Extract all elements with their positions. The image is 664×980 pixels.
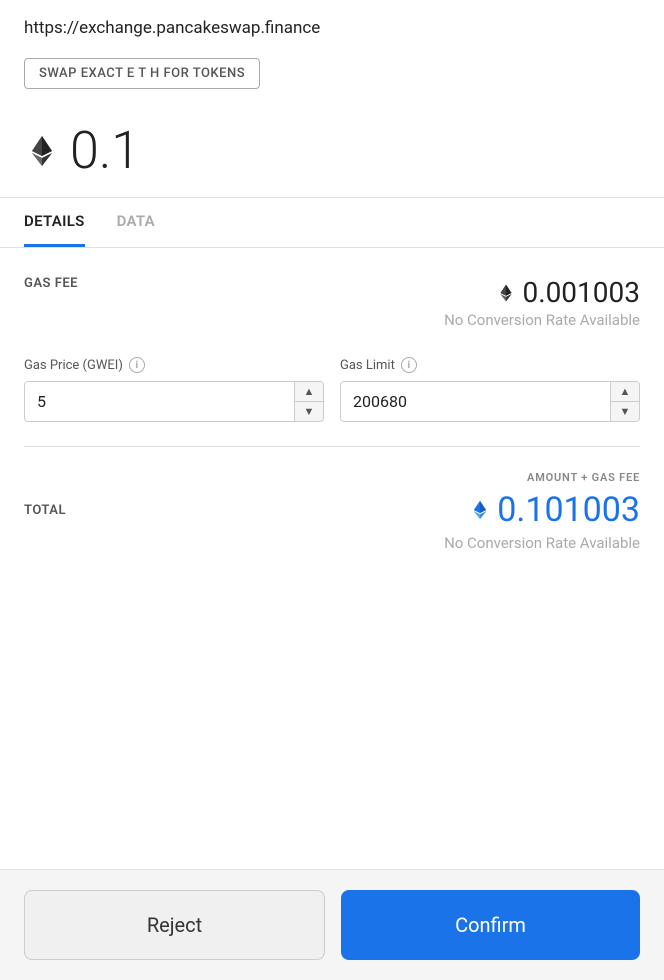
total-amount: 0.101003 — [469, 490, 640, 530]
tab-data[interactable]: DATA — [117, 198, 155, 247]
gas-limit-input[interactable] — [341, 382, 610, 421]
method-badge: SWAP EXACT E T H FOR TOKENS — [24, 58, 260, 89]
gas-fee-amount: 0.001003 — [496, 276, 640, 309]
inputs-row: Gas Price (GWEI) i ▲ ▼ Gas Limit i ▲ — [24, 357, 640, 422]
eth-diamond-total-icon — [469, 499, 491, 521]
gas-price-up-button[interactable]: ▲ — [295, 382, 323, 402]
gas-limit-up-button[interactable]: ▲ — [611, 382, 639, 402]
gas-fee-label: GAS FEE — [24, 276, 78, 291]
total-amount-value: 0.101003 — [497, 490, 640, 530]
total-label: TOTAL — [24, 503, 66, 518]
amount-value: 0.1 — [70, 125, 140, 177]
total-section: AMOUNT + GAS FEE TOTAL 0.101003 No Conve — [24, 471, 640, 576]
gas-price-label: Gas Price (GWEI) i — [24, 357, 324, 373]
reject-button[interactable]: Reject — [24, 890, 325, 960]
eth-diamond-large-icon — [24, 133, 60, 169]
gas-price-input[interactable] — [25, 382, 294, 421]
gas-limit-label: Gas Limit i — [340, 357, 640, 373]
gas-price-spinner: ▲ ▼ — [294, 382, 323, 421]
gas-price-input-wrapper: ▲ ▼ — [24, 381, 324, 422]
url-text: https://exchange.pancakeswap.finance — [24, 18, 320, 38]
total-row: TOTAL 0.101003 — [24, 490, 640, 530]
url-bar: https://exchange.pancakeswap.finance — [0, 0, 664, 48]
confirm-button[interactable]: Confirm — [341, 890, 640, 960]
gas-fee-amount-value: 0.001003 — [522, 276, 640, 309]
eth-diamond-gas-icon — [496, 283, 516, 303]
gas-price-info-icon[interactable]: i — [129, 357, 145, 373]
tabs-section: DETAILS DATA — [0, 198, 664, 248]
divider — [24, 446, 640, 447]
gas-limit-input-wrapper: ▲ ▼ — [340, 381, 640, 422]
gas-limit-spinner: ▲ ▼ — [610, 382, 639, 421]
tab-details[interactable]: DETAILS — [24, 198, 85, 247]
gas-fee-conversion: No Conversion Rate Available — [24, 311, 640, 329]
amount-gas-label: AMOUNT + GAS FEE — [24, 471, 640, 484]
gas-fee-row: GAS FEE 0.001003 No Conversion Rate Avai… — [24, 248, 640, 333]
amount-section: 0.1 — [0, 105, 664, 198]
gas-price-down-button[interactable]: ▼ — [295, 402, 323, 421]
gas-limit-down-button[interactable]: ▼ — [611, 402, 639, 421]
details-section: GAS FEE 0.001003 No Conversion Rate Avai… — [0, 248, 664, 869]
gas-price-group: Gas Price (GWEI) i ▲ ▼ — [24, 357, 324, 422]
total-conversion: No Conversion Rate Available — [24, 534, 640, 552]
footer: Reject Confirm — [0, 869, 664, 980]
method-badge-wrapper: SWAP EXACT E T H FOR TOKENS — [0, 48, 664, 105]
gas-limit-group: Gas Limit i ▲ ▼ — [340, 357, 640, 422]
gas-limit-info-icon[interactable]: i — [401, 357, 417, 373]
